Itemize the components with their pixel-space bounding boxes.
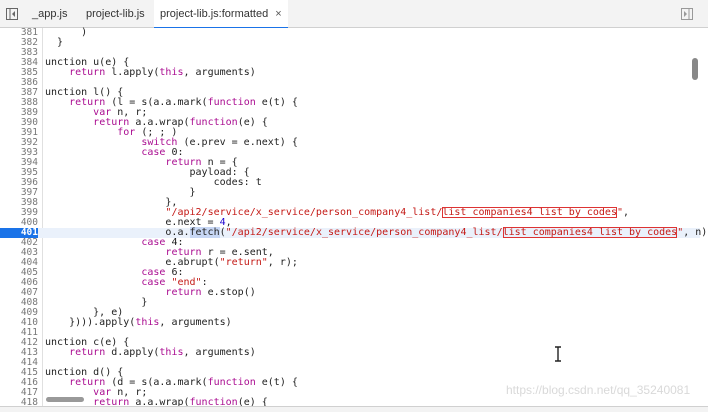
- horizontal-scrollbar[interactable]: [46, 397, 84, 402]
- tab-label: project-lib.js: [86, 8, 145, 20]
- panel-left-icon[interactable]: [6, 8, 18, 20]
- tab-label: project-lib.js:formatted: [160, 8, 269, 20]
- code-line[interactable]: 382 }: [0, 38, 700, 48]
- code-line[interactable]: 410 }))).apply(this, arguments): [0, 318, 700, 328]
- tab-label: _app.js: [32, 8, 68, 20]
- editor-tab-bar: _app.js project-lib.js project-lib.js:fo…: [0, 0, 708, 29]
- code-line[interactable]: 381 ): [0, 28, 700, 38]
- text-cursor-icon: [555, 346, 561, 362]
- vertical-scrollbar[interactable]: [692, 58, 698, 80]
- tab-project-lib-js[interactable]: project-lib.js: [86, 0, 145, 28]
- code-lines: 381 ) 382 } 383 384 unction u(e) {385 return…: [0, 28, 708, 408]
- code-text: return l.apply(this, arguments): [69, 67, 256, 78]
- code-text: }: [45, 37, 64, 48]
- tab-app-js[interactable]: _app.js: [32, 0, 67, 28]
- code-text: }))).apply(this, arguments): [45, 317, 232, 328]
- code-line[interactable]: 385 return l.apply(this, arguments): [0, 68, 700, 78]
- watermark: https://blog.csdn.net/qq_35240081: [506, 383, 691, 397]
- close-icon[interactable]: ×: [275, 8, 281, 20]
- code-line[interactable]: 413 return d.apply(this, arguments): [0, 348, 700, 358]
- panel-right-icon[interactable]: [681, 8, 693, 20]
- tab-project-lib-formatted[interactable]: project-lib.js:formatted ×: [154, 0, 288, 29]
- status-edge: [0, 406, 708, 412]
- code-text: return d.apply(this, arguments): [69, 347, 256, 358]
- code-editor[interactable]: 381 ) 382 } 383 384 unction u(e) {385 return…: [0, 28, 708, 411]
